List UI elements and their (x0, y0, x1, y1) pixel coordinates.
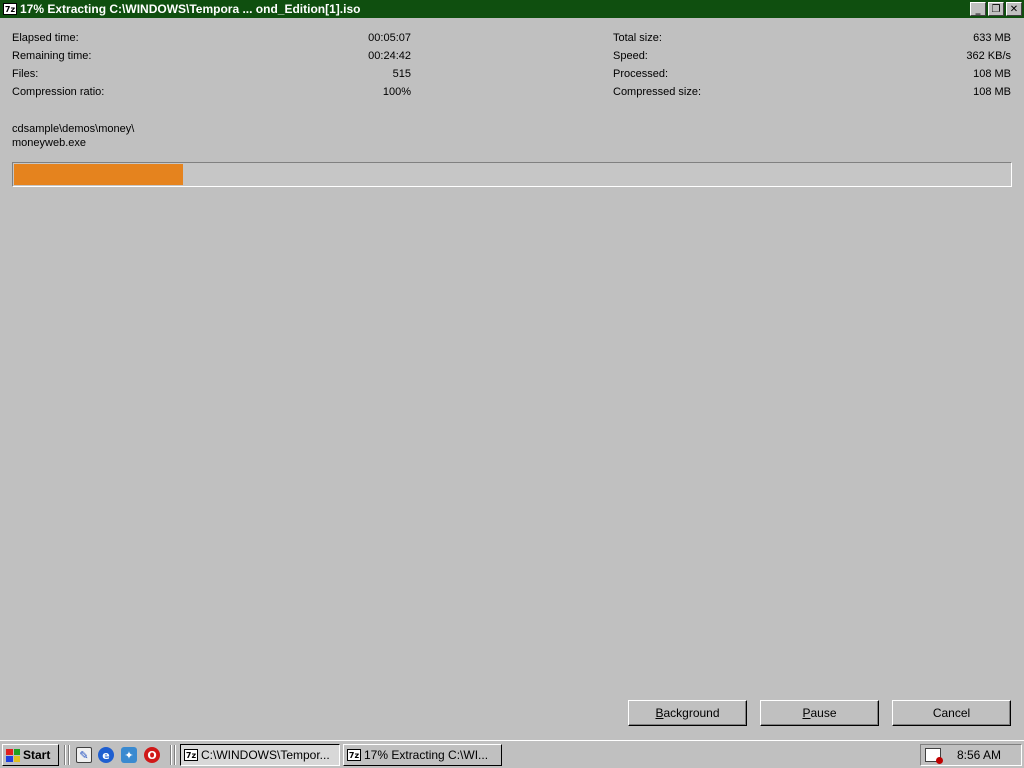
elapsed-time-label: Elapsed time: (12, 32, 79, 44)
taskbar-separator (170, 745, 172, 765)
window-title-bar[interactable]: 7z 17% Extracting C:\WINDOWS\Tempora ...… (0, 0, 1024, 18)
remaining-time-label: Remaining time: (12, 50, 92, 62)
pause-button[interactable]: Pause (760, 700, 879, 726)
minimize-button[interactable]: _ (970, 2, 986, 16)
speed-value: 362 KB/s (966, 50, 1011, 62)
progress-bar-fill (14, 164, 183, 185)
restore-icon: ❐ (991, 3, 1001, 15)
system-tray: 8:56 AM (920, 744, 1022, 766)
background-button[interactable]: Background (628, 700, 747, 726)
processed-value: 108 MB (973, 68, 1011, 80)
progress-bar (12, 162, 1012, 187)
taskbar-task-label: C:\WINDOWS\Tempor... (201, 748, 330, 762)
windows-logo-icon (6, 748, 20, 762)
compression-ratio-label: Compression ratio: (12, 86, 105, 98)
compression-ratio-value: 100% (382, 86, 411, 98)
taskbar-separator (68, 745, 70, 765)
background-button-label: Background (655, 706, 720, 720)
pause-button-label: Pause (802, 706, 837, 720)
taskbar-separator (64, 745, 66, 765)
opera-icon[interactable]: O (144, 747, 160, 763)
current-file-path: cdsample\demos\money\ (12, 123, 135, 135)
7z-icon: 7z (347, 749, 361, 761)
7z-app-icon[interactable]: 7z (3, 3, 17, 15)
taskbar: Start ✎ e ✦ O 7z C:\WINDOWS\Tempor... 7z… (0, 740, 1024, 768)
cancel-button-label: Cancel (932, 706, 971, 720)
processed-label: Processed: (613, 68, 669, 80)
total-size-value: 633 MB (973, 32, 1011, 44)
taskbar-task-folder[interactable]: 7z C:\WINDOWS\Tempor... (180, 744, 340, 766)
window-title: 17% Extracting C:\WINDOWS\Tempora ... on… (20, 2, 361, 16)
cancel-button[interactable]: Cancel (892, 700, 1011, 726)
taskbar-separator (174, 745, 176, 765)
restore-button[interactable]: ❐ (988, 2, 1004, 16)
remaining-time-value: 00:24:42 (368, 50, 411, 62)
files-value: 515 (392, 68, 411, 80)
current-file-name: moneyweb.exe (12, 137, 86, 149)
start-button-label: Start (23, 748, 51, 762)
total-size-label: Total size: (613, 32, 662, 44)
close-icon: ✕ (1009, 3, 1019, 15)
show-desktop-icon[interactable]: ✎ (76, 747, 92, 763)
close-button[interactable]: ✕ (1006, 2, 1022, 16)
start-button[interactable]: Start (2, 744, 59, 766)
files-label: Files: (12, 68, 39, 80)
ie-icon[interactable]: e (98, 747, 114, 763)
channels-icon[interactable]: ✦ (121, 747, 137, 763)
compressed-size-value: 108 MB (973, 86, 1011, 98)
minimize-icon: _ (975, 3, 981, 15)
clock[interactable]: 8:56 AM (957, 748, 1001, 762)
taskbar-task-extracting[interactable]: 7z 17% Extracting C:\WI... (343, 744, 502, 766)
taskbar-task-label: 17% Extracting C:\WI... (364, 748, 489, 762)
scheduler-tray-icon[interactable] (925, 748, 943, 764)
7z-icon: 7z (184, 749, 198, 761)
speed-label: Speed: (613, 50, 648, 62)
compressed-size-label: Compressed size: (613, 86, 702, 98)
elapsed-time-value: 00:05:07 (368, 32, 411, 44)
